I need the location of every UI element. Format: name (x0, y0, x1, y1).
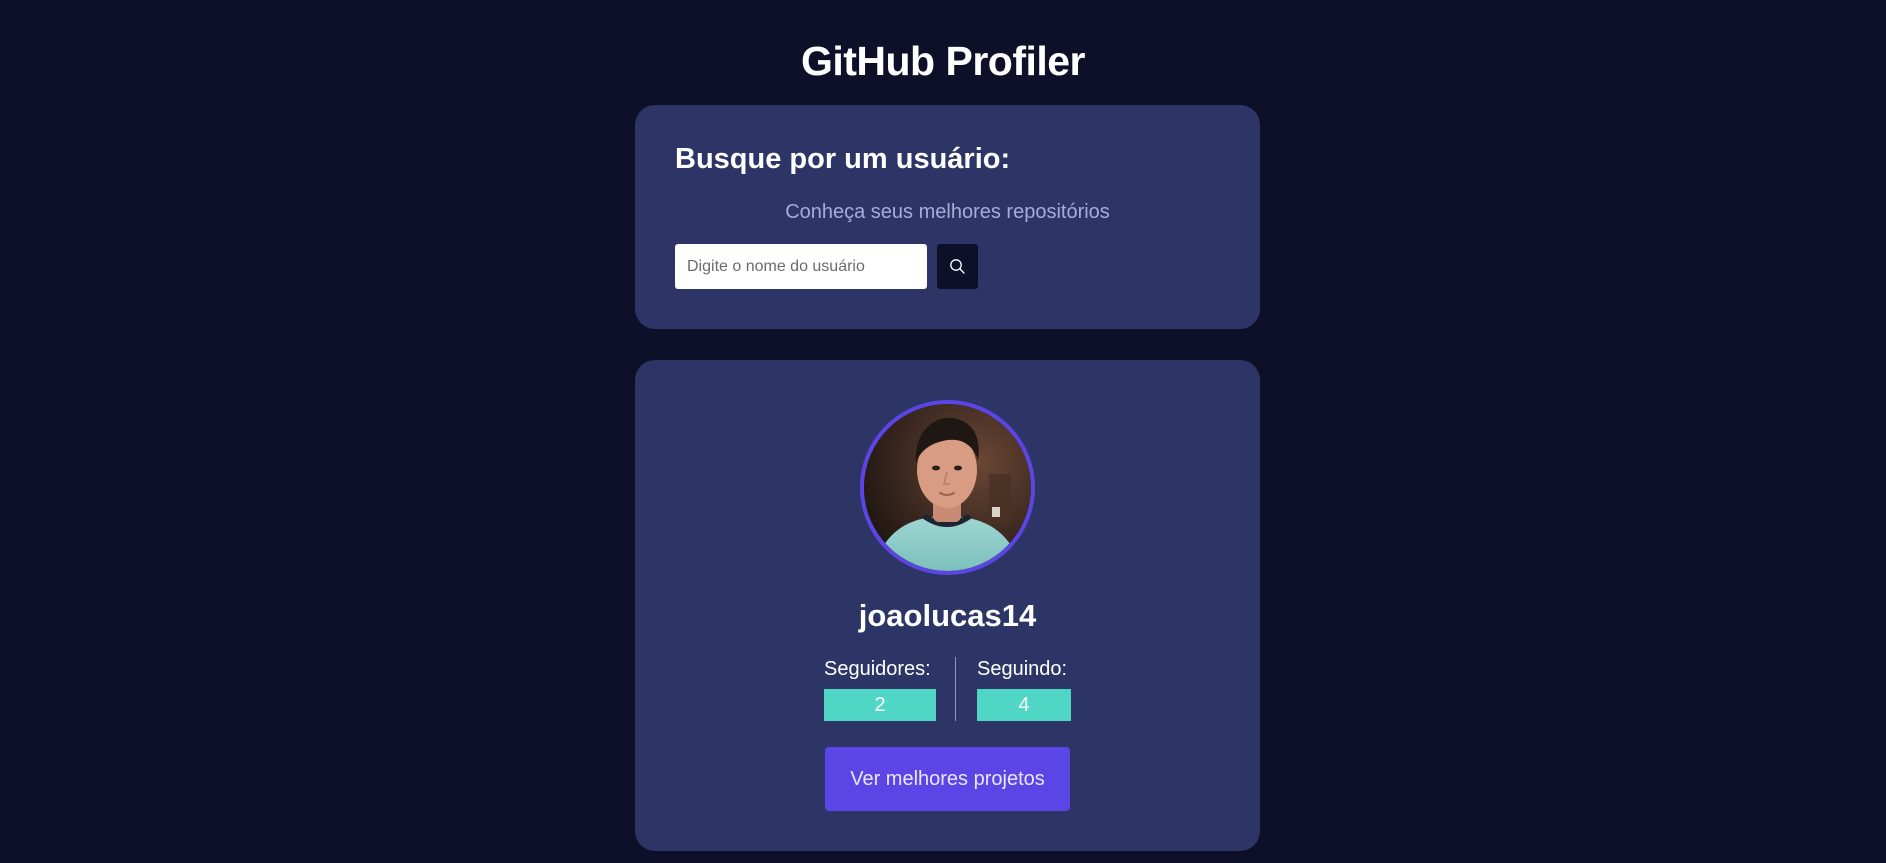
username-search-input[interactable] (675, 244, 927, 289)
profile-stats: Seguidores: 2 Seguindo: 4 (824, 657, 1074, 723)
search-subtitle: Conheça seus melhores repositórios (785, 201, 1110, 223)
followers-stat: Seguidores: 2 (824, 657, 936, 721)
page-title: GitHub Profiler (800, 38, 1086, 84)
stats-divider (955, 657, 956, 721)
followers-count-badge: 2 (824, 689, 936, 721)
following-label: Seguindo: (977, 658, 1068, 680)
search-heading: Busque por um usuário: (675, 143, 1011, 175)
page: GitHub Profiler Busque por um usuário: C… (0, 0, 1886, 863)
view-best-projects-button[interactable]: Ver melhores projetos (825, 747, 1070, 811)
search-icon (949, 258, 966, 275)
profile-card: joaolucas14 Seguidores: 2 Seguindo: 4 Ve… (635, 360, 1260, 851)
following-count-badge: 4 (977, 689, 1071, 721)
following-stat: Seguindo: 4 (977, 657, 1071, 721)
profile-username: joaolucas14 (858, 598, 1037, 633)
search-button[interactable] (937, 244, 978, 289)
followers-label: Seguidores: (824, 658, 931, 680)
search-card: Busque por um usuário: Conheça seus melh… (635, 105, 1260, 329)
avatar (860, 400, 1035, 575)
